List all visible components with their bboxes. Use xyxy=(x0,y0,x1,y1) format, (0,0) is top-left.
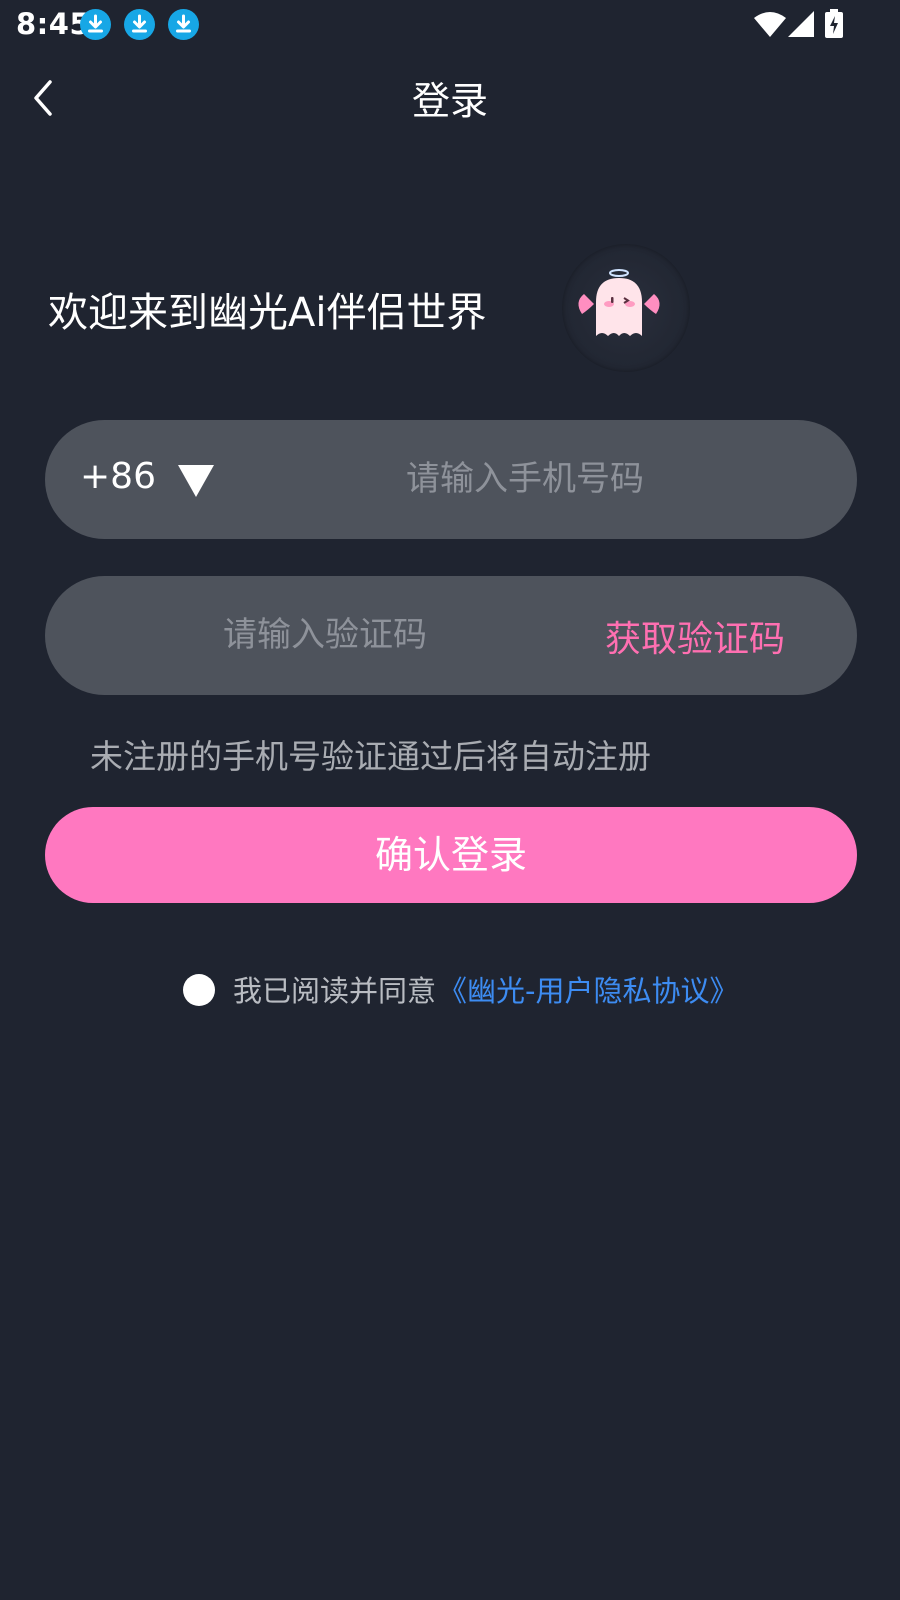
agreement-row: 我已阅读并同意 《幽光-用户隐私协议》 xyxy=(0,968,900,1008)
download-icon xyxy=(124,9,155,40)
download-icon xyxy=(168,9,199,40)
agreement-text: 我已阅读并同意 xyxy=(233,974,437,1008)
phone-field: +86 xyxy=(45,420,857,539)
download-icon xyxy=(80,9,111,40)
confirm-login-button[interactable]: 确认登录 xyxy=(45,807,857,903)
triangle-down-icon[interactable] xyxy=(178,465,214,501)
verification-code-input[interactable] xyxy=(125,608,525,662)
signal-icon xyxy=(788,11,814,41)
ghost-angel-mascot-icon xyxy=(562,244,690,372)
wifi-icon xyxy=(754,11,786,41)
verification-code-field: 获取验证码 xyxy=(45,576,857,695)
phone-input[interactable] xyxy=(245,452,805,506)
login-screen: 8:45 登录 欢迎来到幽光Ai伴侣世界 +86 请输入手机号码 请输入验证码 … xyxy=(0,0,900,1600)
status-bar: 8:45 xyxy=(0,0,900,50)
privacy-policy-link[interactable]: 《幽光-用户隐私协议》 xyxy=(438,968,738,1010)
country-code-selector[interactable]: +86 xyxy=(80,456,156,497)
battery-charging-icon xyxy=(825,9,843,42)
welcome-text: 欢迎来到幽光Ai伴侣世界 xyxy=(48,290,487,336)
page-title: 登录 xyxy=(411,79,488,123)
auto-register-hint: 未注册的手机号验证通过后将自动注册 xyxy=(90,737,651,776)
agreement-radio[interactable] xyxy=(183,974,215,1006)
get-code-button[interactable]: 获取验证码 xyxy=(605,610,785,662)
